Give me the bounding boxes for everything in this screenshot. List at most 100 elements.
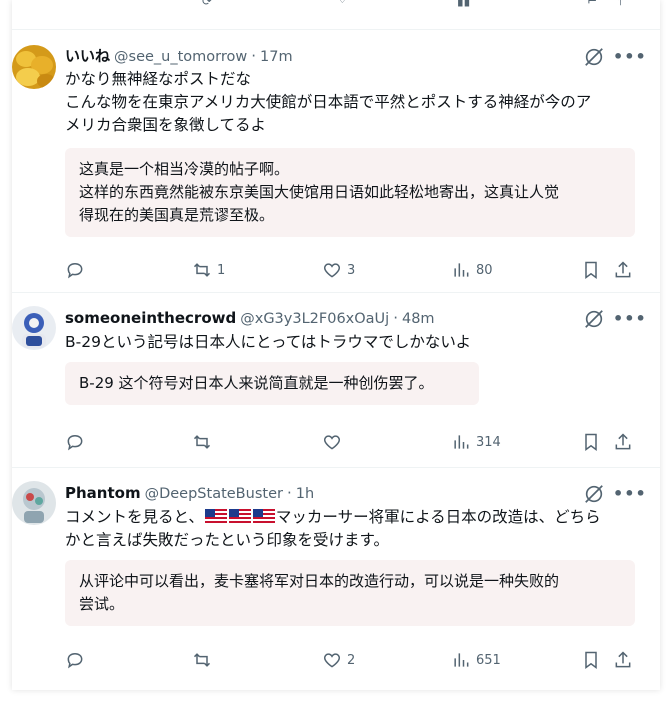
translation-line: B-29 这个符号对日本人来说简直就是一种创伤罢了。: [79, 374, 434, 392]
share-icon: [615, 651, 631, 668]
more-icon[interactable]: •••: [613, 47, 647, 66]
retweet-icon: [193, 653, 211, 667]
grok-icon[interactable]: [583, 483, 605, 505]
separator: ·: [251, 47, 257, 65]
tweet-text: かなり無神経なポストだな こんな物を在東京アメリカ大使館が日本語で平然とポストす…: [65, 68, 591, 137]
views-count: 314: [476, 434, 501, 450]
translation-line: 这真是一个相当冷漠的帖子啊。: [79, 160, 290, 178]
share-icon: [615, 433, 631, 450]
more-icon[interactable]: •••: [613, 484, 647, 503]
separator: ·: [286, 484, 292, 502]
retweet-button[interactable]: [192, 432, 217, 452]
user-handle[interactable]: @see_u_tomorrow: [114, 49, 247, 65]
views-button[interactable]: 80: [451, 260, 493, 280]
analytics-icon: [454, 435, 469, 449]
views-button[interactable]: 651: [451, 650, 501, 670]
share-icon: [615, 261, 631, 278]
translation-box: 这真是一个相当冷漠的帖子啊。 这样的东西竟然能被东京美国大使馆用日语如此轻松地寄…: [65, 148, 635, 237]
analytics-icon[interactable]: ▮▮: [457, 0, 470, 8]
timestamp[interactable]: 1h: [296, 486, 314, 502]
like-count: 3: [347, 262, 356, 278]
like-button[interactable]: 2: [322, 650, 355, 670]
separator: ·: [393, 309, 398, 327]
share-button[interactable]: [613, 432, 633, 452]
avatar[interactable]: [12, 45, 56, 89]
timestamp[interactable]: 48m: [402, 311, 435, 327]
like-button[interactable]: 3: [322, 260, 355, 280]
heart-icon[interactable]: ♡: [337, 0, 348, 6]
timestamp[interactable]: 17m: [260, 49, 293, 65]
tweet-text-line: メリカ合衆国を象徴してるよ: [65, 116, 267, 134]
share-button[interactable]: [613, 260, 633, 280]
tweet-text: コメントを見ると、 マッカーサー将軍による日本の改造は、どちら かと言えば失敗だっ…: [65, 506, 601, 552]
share-button[interactable]: [613, 650, 633, 670]
reply-button[interactable]: [65, 432, 90, 452]
retweet-button[interactable]: [192, 650, 217, 670]
us-flag-icon: [204, 509, 227, 523]
grok-icon[interactable]: [583, 308, 605, 330]
tweet-text-line: こんな物を在東京アメリカ大使館が日本語で平然とポストする神経が今のア: [65, 93, 592, 111]
tweet-text-segment: マッカーサー将軍による日本の改造は、どちら: [275, 508, 601, 526]
bookmark-button[interactable]: [581, 432, 601, 452]
bookmark-icon: [585, 261, 597, 279]
views-count: 651: [476, 652, 501, 668]
reply-button[interactable]: [65, 650, 90, 670]
retweet-icon[interactable]: ⟳: [202, 0, 212, 8]
grok-icon[interactable]: [583, 46, 605, 68]
like-count: 2: [347, 652, 356, 668]
tweet-text-segment: コメントを見ると、: [65, 508, 204, 526]
tweet-header: Phantom @DeepStateBuster · 1h: [65, 484, 314, 502]
tweet-text-line: コメントを見ると、 マッカーサー将軍による日本の改造は、どちら: [65, 506, 601, 529]
tweet-actions: 1 3 80: [65, 260, 642, 284]
tweet-text-line: かなり無神経なポストだな: [65, 70, 252, 88]
tweet[interactable]: someoneinthecrowd @xG3y3L2F06xOaUj · 48m…: [12, 293, 660, 468]
reply-button[interactable]: [65, 260, 90, 280]
bookmark-icon[interactable]: ⌐: [587, 0, 597, 8]
translation-box: 从评论中可以看出，麦卡塞将军对日本的改造行动，可以说是一种失败的 尝试。: [65, 560, 635, 626]
bookmark-button[interactable]: [581, 650, 601, 670]
display-name[interactable]: someoneinthecrowd: [65, 309, 236, 327]
us-flag-icon: [252, 509, 275, 523]
bookmark-icon: [585, 433, 597, 451]
tweet-header: someoneinthecrowd @xG3y3L2F06xOaUj · 48m: [65, 309, 435, 327]
user-handle[interactable]: @DeepStateBuster: [145, 486, 283, 502]
tweet-text: B-29という記号は日本人にとってはトラウマでしかないよ: [65, 331, 471, 354]
retweet-icon: [193, 435, 211, 449]
heart-icon: [323, 435, 341, 450]
bookmark-icon: [585, 651, 597, 669]
heart-icon: [323, 263, 341, 278]
tweet[interactable]: いいね @see_u_tomorrow · 17m ••• かなり無神経なポスト…: [12, 30, 660, 293]
tweet-text-line: B-29という記号は日本人にとってはトラウマでしかないよ: [65, 333, 472, 351]
display-name[interactable]: いいね: [65, 45, 110, 66]
display-name[interactable]: Phantom: [65, 484, 141, 502]
translation-line: 尝试。: [79, 595, 125, 613]
analytics-icon: [454, 653, 469, 667]
tweet-header: いいね @see_u_tomorrow · 17m: [65, 45, 293, 66]
retweet-count: 1: [217, 262, 226, 278]
tweet-actions: 314: [65, 432, 642, 456]
timeline: ⟳ ♡ ▮▮ ⌐ ⤒ いいね @see_u_tomorrow · 17m •••: [12, 0, 660, 690]
bookmark-button[interactable]: [581, 260, 601, 280]
share-icon[interactable]: ⤒: [618, 0, 623, 9]
translation-line: 从评论中可以看出，麦卡塞将军对日本的改造行动，可以说是一种失败的: [79, 572, 560, 590]
translation-line: 这样的东西竟然能被东京美国大使馆用日语如此轻松地寄出，这真让人觉: [79, 183, 560, 201]
retweet-button[interactable]: 1: [192, 260, 225, 280]
avatar[interactable]: [12, 306, 56, 350]
like-button[interactable]: [322, 432, 347, 452]
translation-line: 得现在的美国真是荒谬至极。: [79, 206, 275, 224]
translation-box: B-29 这个符号对日本人来说简直就是一种创伤罢了。: [65, 362, 479, 405]
tweet[interactable]: Phantom @DeepStateBuster · 1h ••• コメントを見…: [12, 468, 660, 690]
views-button[interactable]: 314: [451, 432, 501, 452]
reply-icon: [67, 262, 83, 279]
retweet-icon: [193, 263, 211, 277]
tweet-actions: 2 651: [65, 650, 642, 674]
tweet-text-line: かと言えば失敗だったという印象を受けます。: [65, 531, 389, 549]
heart-icon: [323, 653, 341, 668]
more-icon[interactable]: •••: [613, 309, 647, 328]
previous-tweet-actions: ⟳ ♡ ▮▮ ⌐ ⤒: [12, 0, 660, 30]
avatar[interactable]: [12, 481, 56, 525]
user-handle[interactable]: @xG3y3L2F06xOaUj: [240, 311, 389, 327]
reply-icon: [67, 652, 83, 669]
views-count: 80: [476, 262, 493, 278]
reply-icon: [67, 434, 83, 451]
